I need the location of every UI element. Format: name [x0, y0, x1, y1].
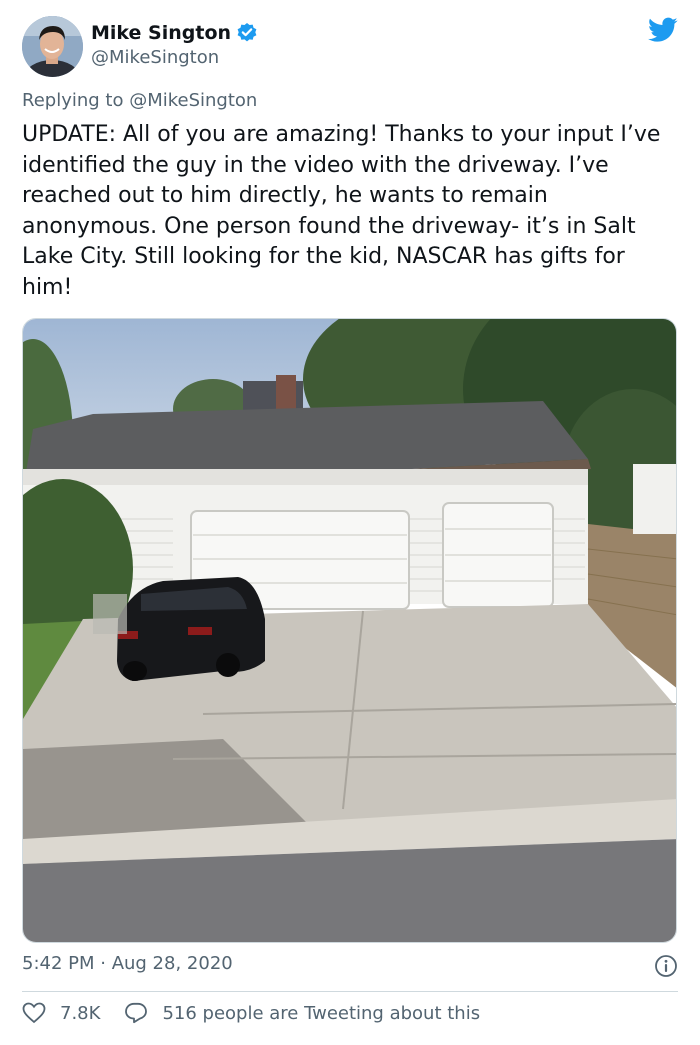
tweeting-about-text: 516 people are Tweeting about this [162, 1002, 481, 1024]
avatar[interactable] [22, 16, 83, 77]
tweet-timestamp[interactable]: 5:42 PM · Aug 28, 2020 [22, 953, 233, 974]
twitter-bird-icon[interactable] [648, 17, 678, 43]
reply-bubble-icon [125, 1002, 148, 1024]
heart-icon [22, 1002, 46, 1024]
tweet-photo[interactable] [22, 318, 677, 943]
author-handle[interactable]: @MikeSington [91, 47, 219, 68]
tweet-text: UPDATE: All of you are amazing! Thanks t… [22, 122, 661, 300]
replying-to-line: Replying to @MikeSington [22, 90, 257, 111]
author-name-row[interactable]: Mike Sington [91, 22, 258, 44]
replying-to-label: Replying to [22, 90, 130, 111]
tweeting-about-link[interactable]: 516 people are Tweeting about this [124, 1002, 480, 1024]
divider [22, 991, 678, 992]
info-icon[interactable] [654, 954, 678, 978]
verified-badge-icon [236, 22, 258, 44]
like-button[interactable]: 7.8K [22, 1002, 100, 1024]
like-count: 7.8K [60, 1002, 101, 1024]
tweet-stats: 7.8K 516 people are Tweeting about this [22, 1002, 480, 1024]
reply-mention-link[interactable]: @MikeSington [129, 90, 257, 111]
author-display-name[interactable]: Mike Sington [91, 22, 231, 44]
